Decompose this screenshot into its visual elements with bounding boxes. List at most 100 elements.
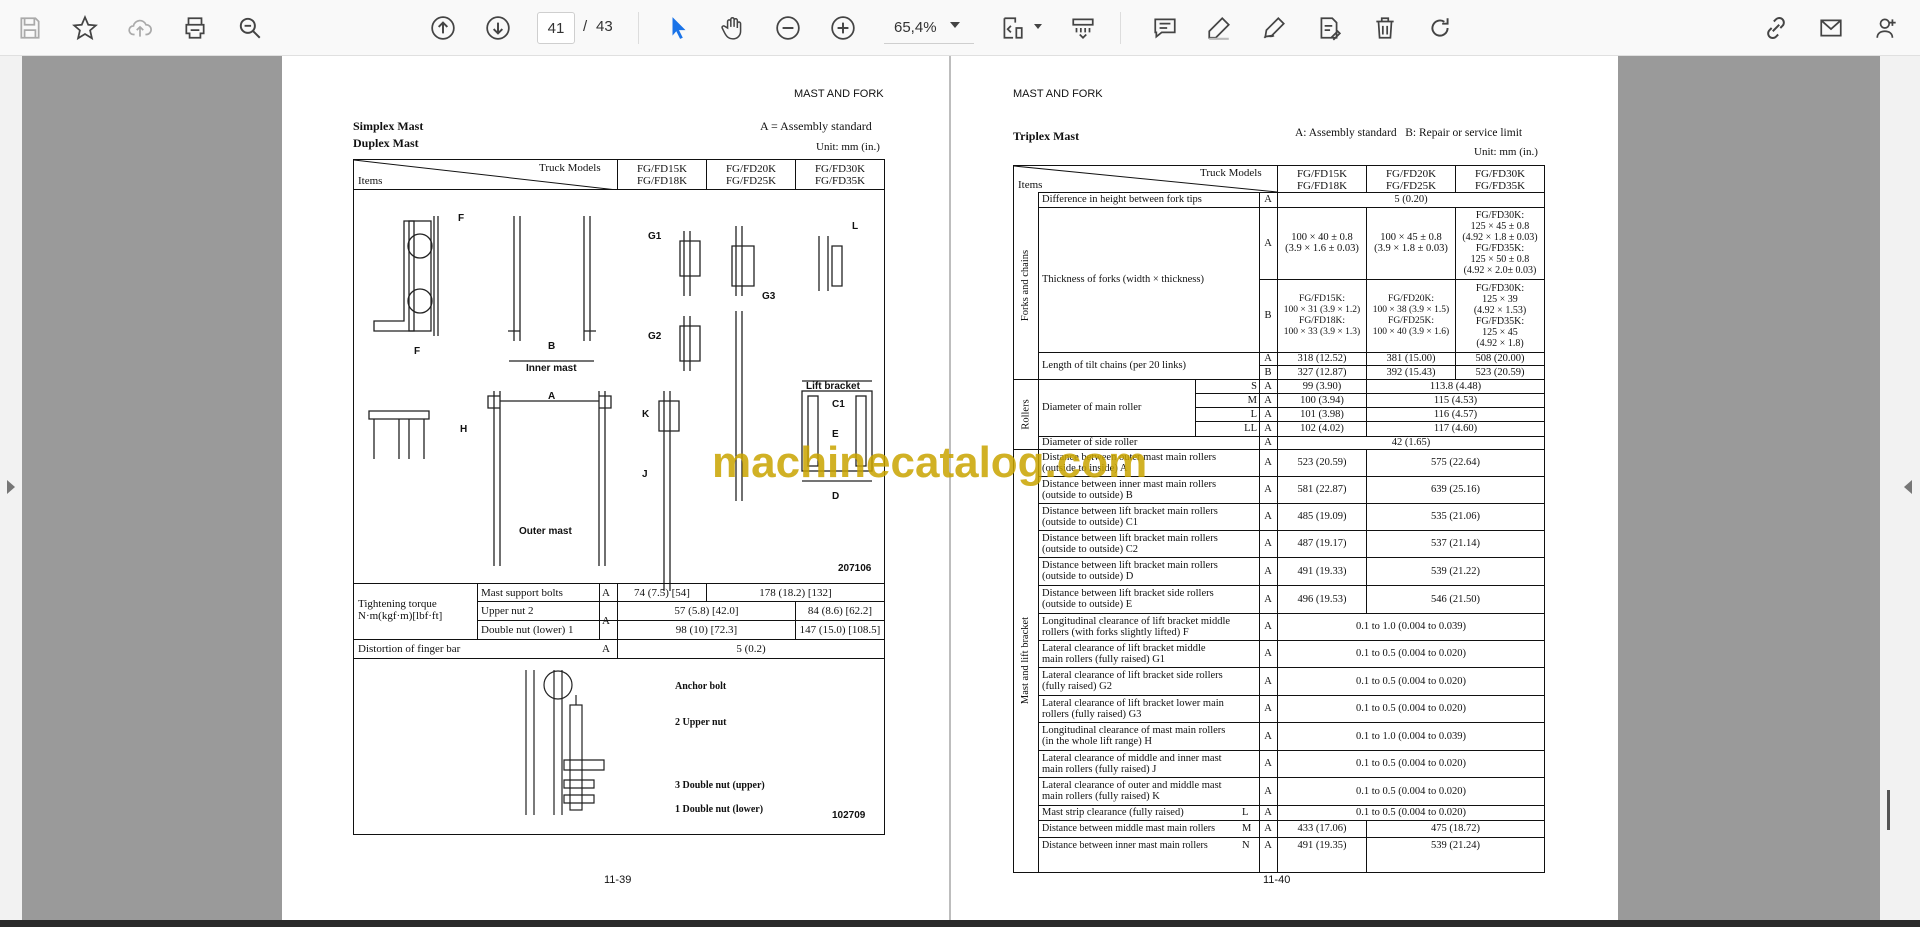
row-value: 101 (3.98) — [1300, 408, 1344, 420]
row-value: 496 (19.53) — [1297, 593, 1347, 605]
chevron-down-icon[interactable] — [1034, 24, 1042, 29]
mast-drawing — [368, 216, 873, 591]
row-std: A — [1264, 703, 1272, 714]
row-value: 99 (3.90) — [1302, 380, 1342, 392]
row-std: A — [1264, 565, 1272, 577]
hand-tool-icon[interactable] — [714, 9, 752, 47]
toolbar: 41 / 43 65,4% — [0, 0, 1920, 56]
print-icon[interactable] — [176, 9, 214, 47]
torque-row-name: Upper nut 2 — [481, 605, 534, 617]
redo-icon[interactable] — [1421, 9, 1459, 47]
row-value: 535 (21.06) — [1431, 511, 1480, 522]
comment-icon[interactable] — [1146, 9, 1184, 47]
header-items: Items — [358, 175, 383, 187]
row-value: 318 (12.52) — [1297, 353, 1347, 364]
trash-icon[interactable] — [1366, 9, 1404, 47]
label-k: K — [642, 409, 650, 420]
row-value: 485 (19.09) — [1297, 511, 1347, 522]
row-value: 546 (21.50) — [1431, 593, 1480, 605]
row-lift-bracket-c1: Distance between lift bracket main rolle… — [1042, 505, 1218, 528]
zoom-level-select[interactable]: 65,4% — [884, 12, 974, 44]
row-clearance-g3: Lateral clearance of lift bracket lower … — [1042, 697, 1224, 720]
label-b: B — [548, 341, 556, 352]
thickness-a-v1: 100 × 40 ± 0.8 (3.9 × 1.6 ± 0.03) — [1285, 232, 1359, 254]
page-number-input[interactable]: 41 — [537, 12, 575, 44]
section-title: Simplex Mast — [353, 119, 424, 133]
torque-row-std: A — [602, 587, 610, 599]
page-fit-icon[interactable] — [993, 9, 1031, 47]
scrollbar-thumb[interactable] — [1887, 790, 1890, 830]
standard-note: A: Assembly standard B: Repair or servic… — [1295, 127, 1523, 139]
row-value: 491 (19.35) — [1297, 840, 1347, 851]
next-page-icon[interactable] — [479, 9, 517, 47]
unit-note: Unit: mm (in.) — [1474, 146, 1538, 158]
header-truck-models: Truck Models — [539, 162, 601, 174]
pdf-page-right: MAST AND FORK Triplex Mast A: Assembly s… — [951, 56, 1618, 920]
row-value: 523 (20.59) — [1475, 366, 1525, 378]
row-value: 42 (1.65) — [1391, 437, 1431, 448]
taskbar-strip — [0, 920, 1920, 927]
expand-left-panel-icon[interactable] — [7, 480, 15, 494]
row-value: 537 (21.14) — [1431, 538, 1480, 549]
row-value: 575 (22.64) — [1431, 457, 1480, 468]
save-icon[interactable] — [11, 9, 49, 47]
distortion-std: A — [602, 643, 610, 655]
toolbar-divider — [1120, 12, 1121, 44]
row-letter: N — [1242, 840, 1250, 851]
row-value: 433 (17.06) — [1297, 823, 1347, 834]
torque-row-v2: 147 (15.0) [108.5] — [799, 624, 881, 636]
label-lift-bracket: Lift bracket — [806, 381, 860, 392]
row-std: A — [1264, 423, 1272, 434]
edit-text-icon[interactable] — [1310, 9, 1348, 47]
model-col-1: FG/FD15K FG/FD18K — [1296, 168, 1348, 192]
draw-pen-icon[interactable] — [1255, 9, 1293, 47]
page-header: MAST AND FORK — [1013, 88, 1103, 100]
standard-note: A = Assembly standard — [760, 119, 872, 133]
zoom-out-icon[interactable] — [769, 9, 807, 47]
roller-size: S — [1251, 380, 1257, 392]
scroll-mode-icon[interactable] — [1064, 9, 1102, 47]
roller-size: M — [1247, 394, 1257, 406]
add-user-icon[interactable] — [1868, 9, 1906, 47]
figure-code: 207106 — [838, 563, 872, 574]
model-col-1: FG/FD15K FG/FD18K — [636, 163, 688, 187]
row-clearance-h: Longitudinal clearance of mast main roll… — [1042, 725, 1226, 747]
attach-link-icon[interactable] — [1757, 9, 1795, 47]
row-value: 539 (21.24) — [1431, 840, 1480, 851]
row-std: A — [1264, 593, 1272, 605]
row-std: A — [1264, 621, 1272, 632]
email-icon[interactable] — [1812, 9, 1850, 47]
row-value: 0.1 to 1.0 (0.004 to 0.039) — [1356, 730, 1466, 742]
row-lift-bracket-e: Distance between lift bracket side rolle… — [1042, 588, 1214, 610]
select-cursor-icon[interactable] — [660, 9, 698, 47]
row-value: 5 (0.20) — [1394, 194, 1428, 205]
highlight-pen-icon[interactable] — [1200, 9, 1238, 47]
row-clearance-g2: Lateral clearance of lift bracket side r… — [1042, 670, 1223, 692]
chevron-down-icon[interactable] — [950, 22, 960, 28]
thickness-b-v2: FG/FD20K: 100 × 38 (3.9 × 1.5) FG/FD25K: 10… — [1372, 293, 1450, 337]
roller-size: LL — [1244, 423, 1257, 434]
torque-row-v1: 98 (10) [72.3] — [675, 624, 738, 636]
row-std: A — [1264, 785, 1272, 797]
model-col-3: FG/FD30K FG/FD35K — [814, 163, 866, 187]
row-letter: M — [1242, 823, 1252, 834]
row-std: A — [1264, 758, 1272, 769]
expand-right-panel-icon[interactable] — [1904, 480, 1912, 494]
cloud-upload-icon[interactable] — [121, 9, 159, 47]
row-middle-mast-rollers: Distance between middle mast main roller… — [1042, 823, 1216, 834]
row-std: A — [1264, 380, 1272, 392]
watermark: machinecatalog.com — [712, 438, 1148, 487]
row-clearance-j: Lateral clearance of middle and inner ma… — [1042, 752, 1222, 775]
header-truck-models: Truck Models — [1200, 167, 1262, 179]
thickness-a-v2: 100 × 45 ± 0.8 (3.9 × 1.8 ± 0.03) — [1374, 232, 1448, 254]
roller-size: L — [1250, 408, 1257, 420]
bookmark-star-icon[interactable] — [66, 9, 104, 47]
torque-label: Tightening torque N·m(kgf·m)[lbf·ft] — [358, 598, 443, 622]
row-fork-tip-height: Difference in height between fork tips — [1042, 194, 1202, 205]
zoom-in-icon[interactable] — [824, 9, 862, 47]
torque-row-v2: 84 (8.6) [62.2] — [807, 605, 873, 617]
zoom-search-icon[interactable] — [231, 9, 269, 47]
label-a: A — [548, 391, 556, 402]
label-g2: G2 — [648, 331, 662, 342]
previous-page-icon[interactable] — [424, 9, 462, 47]
